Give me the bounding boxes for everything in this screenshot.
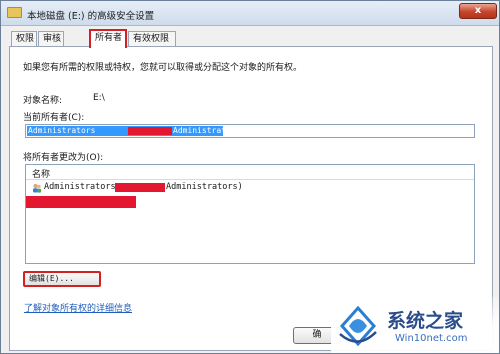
tab-owner[interactable]: 所有者: [89, 29, 127, 48]
change-owner-label: 将所有者更改为(O):: [23, 153, 104, 163]
window-title: 本地磁盘 (E:) 的高级安全设置: [27, 11, 155, 22]
owner-candidates-list[interactable]: 名称 Administrators Administrators): [25, 164, 475, 264]
current-owner-value: Administrators Administrators): [27, 126, 245, 136]
redaction-bar: [128, 127, 172, 135]
column-header-name[interactable]: 名称: [32, 167, 50, 180]
watermark: 系统之家 Win10net.com: [331, 297, 499, 353]
learn-more-link[interactable]: 了解对象所有权的详细信息: [24, 301, 132, 314]
redaction-bar: [115, 183, 165, 192]
tab-strip: 权限 审核 所有者 有效权限: [11, 29, 491, 48]
watermark-title: 系统之家: [387, 310, 464, 332]
tab-effective-permissions[interactable]: 有效权限: [128, 31, 176, 47]
edit-button[interactable]: 编辑(E)...: [23, 271, 101, 287]
list-item-prefix: Administrators: [44, 182, 116, 192]
intro-text: 如果您有所需的权限或特权，您就可以取得或分配这个对象的所有权。: [23, 63, 303, 73]
current-owner-label: 当前所有者(C):: [23, 113, 85, 123]
watermark-logo-icon: [339, 305, 377, 347]
list-item[interactable]: Administrators Administrators): [28, 182, 472, 194]
object-name-label: 对象名称:: [23, 96, 63, 106]
user-group-icon: [33, 184, 42, 193]
current-owner-field[interactable]: Administrators Administrators): [25, 124, 475, 138]
watermark-url: Win10net.com: [395, 333, 468, 344]
close-button[interactable]: x: [459, 3, 497, 19]
tab-auditing[interactable]: 审核: [38, 31, 64, 47]
folder-icon: [7, 7, 22, 18]
current-owner-suffix: Administrators): [173, 126, 246, 135]
list-header: 名称: [26, 165, 474, 180]
current-owner-prefix: Administrators: [28, 126, 96, 135]
list-item-suffix: Administrators): [166, 182, 243, 192]
redaction-bar: [26, 196, 136, 208]
security-settings-window: 本地磁盘 (E:) 的高级安全设置 x 权限 审核 所有者 有效权限 如果您有所…: [0, 0, 500, 354]
object-name-value: E:\: [93, 93, 105, 103]
tab-permissions[interactable]: 权限: [11, 31, 37, 47]
title-bar: 本地磁盘 (E:) 的高级安全设置 x: [1, 1, 499, 26]
